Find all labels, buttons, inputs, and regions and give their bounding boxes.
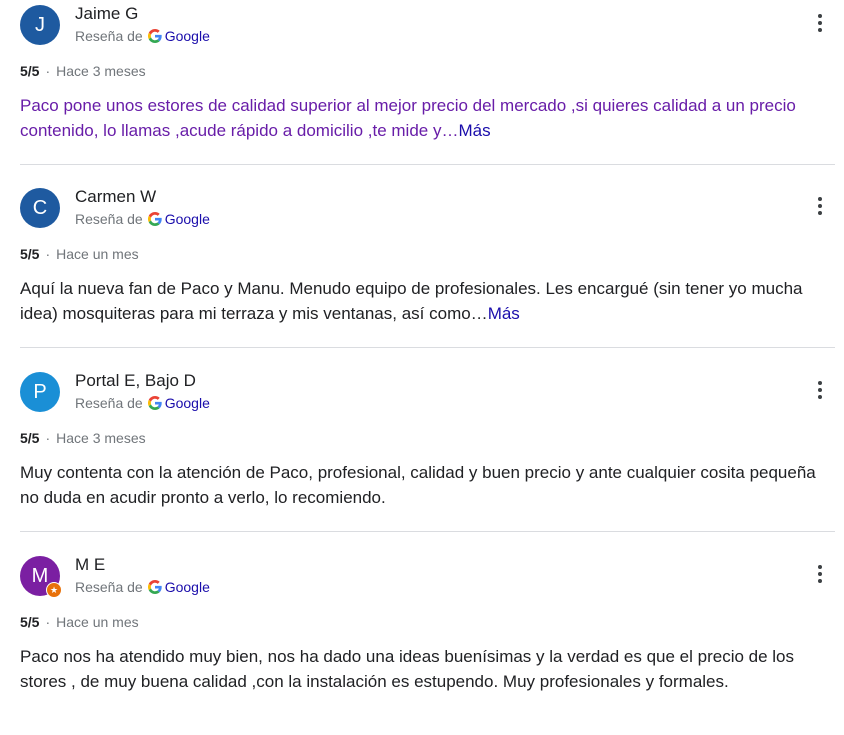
avatar[interactable]: M ★ (20, 556, 62, 598)
google-label: Google (164, 28, 210, 44)
review-meta: 5/5 · Hace 3 meses (20, 62, 146, 80)
local-guide-star-icon: ★ (46, 582, 62, 598)
review-source: Reseña de Google (75, 27, 210, 47)
rating: 5/5 (20, 430, 40, 446)
review-body: Paco pone unos estores de calidad superi… (20, 96, 796, 140)
review-card: P Portal E, Bajo D Reseña de Google 5/5 · H… (0, 367, 844, 551)
divider (20, 164, 835, 165)
more-dot (818, 579, 822, 583)
separator: · (45, 614, 51, 630)
review-text: Paco pone unos estores de calidad superi… (20, 93, 832, 143)
separator: · (45, 430, 51, 446)
separator: · (45, 246, 51, 262)
more-dot (818, 28, 822, 32)
review-source: Reseña de Google (75, 210, 210, 230)
review-meta: 5/5 · Hace un mes (20, 613, 139, 631)
google-g-icon (147, 396, 162, 414)
rating: 5/5 (20, 614, 40, 630)
reviewer-name[interactable]: Jaime G (75, 4, 138, 24)
google-g-icon (147, 29, 162, 47)
more-dot (818, 572, 822, 576)
google-g-icon (147, 212, 162, 230)
review-card: C Carmen W Reseña de Google 5/5 · Hace un m… (0, 183, 844, 367)
more-dot (818, 211, 822, 215)
review-source: Reseña de Google (75, 578, 210, 598)
separator: · (45, 63, 51, 79)
source-label: Reseña de (75, 395, 143, 411)
review-time: Hace 3 meses (56, 430, 146, 446)
more-dot (818, 381, 822, 385)
review-card: J Jaime G Reseña de Google 5/5 · Hace 3 mes… (0, 0, 844, 184)
review-source: Reseña de Google (75, 394, 210, 414)
more-dot (818, 21, 822, 25)
more-options-button[interactable] (808, 191, 832, 221)
more-options-button[interactable] (808, 375, 832, 405)
review-body: Aquí la nueva fan de Paco y Manu. Menudo… (20, 279, 803, 323)
more-dot (818, 197, 822, 201)
source-label: Reseña de (75, 28, 143, 44)
review-time: Hace un mes (56, 614, 139, 630)
avatar[interactable]: C (20, 188, 60, 228)
rating: 5/5 (20, 63, 40, 79)
reviewer-name[interactable]: M E (75, 555, 105, 575)
more-dot (818, 565, 822, 569)
review-time: Hace un mes (56, 246, 139, 262)
review-time: Hace 3 meses (56, 63, 146, 79)
reviewer-name[interactable]: Portal E, Bajo D (75, 371, 196, 391)
divider (20, 531, 835, 532)
rating: 5/5 (20, 246, 40, 262)
review-meta: 5/5 · Hace 3 meses (20, 429, 146, 447)
review-text: Aquí la nueva fan de Paco y Manu. Menudo… (20, 276, 832, 326)
more-link[interactable]: Más (488, 304, 520, 323)
more-link[interactable]: Más (458, 121, 490, 140)
more-options-button[interactable] (808, 8, 832, 38)
more-dot (818, 204, 822, 208)
more-options-button[interactable] (808, 559, 832, 589)
google-g-icon (147, 580, 162, 598)
google-label: Google (164, 579, 210, 595)
source-label: Reseña de (75, 579, 143, 595)
review-meta: 5/5 · Hace un mes (20, 245, 139, 263)
reviewer-name[interactable]: Carmen W (75, 187, 156, 207)
avatar[interactable]: P (20, 372, 60, 412)
review-body: Muy contenta con la atención de Paco, pr… (20, 463, 816, 507)
avatar[interactable]: J (20, 5, 60, 45)
review-card: M ★ M E Reseña de Google 5/5 · Hace un mes P… (0, 551, 844, 735)
google-label: Google (164, 395, 210, 411)
more-dot (818, 14, 822, 18)
review-text: Muy contenta con la atención de Paco, pr… (20, 460, 832, 510)
source-label: Reseña de (75, 211, 143, 227)
review-body: Paco nos ha atendido muy bien, nos ha da… (20, 647, 795, 691)
divider (20, 347, 835, 348)
google-label: Google (164, 211, 210, 227)
review-text: Paco nos ha atendido muy bien, nos ha da… (20, 644, 832, 694)
avatar-initial: M (31, 565, 49, 587)
more-dot (818, 388, 822, 392)
more-dot (818, 395, 822, 399)
